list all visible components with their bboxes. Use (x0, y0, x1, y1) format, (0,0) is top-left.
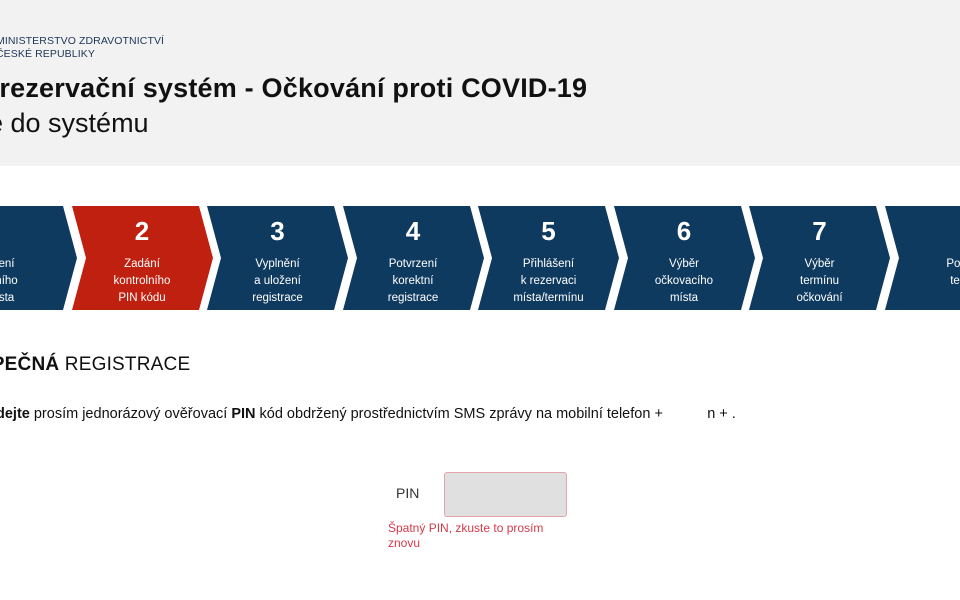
page-title: í rezervační systém - Očkování proti COV… (0, 73, 588, 103)
step-label: Potvrzení korektní registrace (387, 258, 439, 304)
ministry-logo-text: Ministerstvo zdravotnictví České republi… (0, 35, 164, 61)
section-title-rest: REGISTRACE (59, 354, 191, 375)
ministry-line-1: Ministerstvo zdravotnictví (0, 35, 165, 47)
instruction-bold-1: dejte (0, 406, 30, 422)
step-5: 5 Přihlášení k rezervaci místa/termínu (478, 206, 619, 310)
step-number: 3 (270, 216, 285, 246)
ministry-line-2: České republiky (0, 48, 95, 60)
step-7: 7 Výběr termínu očkování (749, 206, 890, 310)
step-number: 5 (541, 216, 556, 246)
masked-phone-number: + n + . (654, 406, 736, 422)
step-number: 2 (134, 216, 150, 246)
section-title-bold: ZPEČNÁ (0, 354, 60, 375)
instruction-text-2: kód obdržený prostřednictvím SMS zprávy … (255, 406, 651, 422)
step-label: Přihlášení k rezervaci místa/termínu (513, 258, 584, 304)
step-label: ení ního sta (0, 258, 18, 304)
step-label: Výběr termínu očkování (796, 258, 843, 304)
step-2: 2 Zadání kontrolního PIN kódu (71, 206, 213, 310)
step-number: 6 (676, 216, 692, 246)
step-label: Výběr očkovacího místa (654, 258, 714, 304)
instruction-text-1: prosím jednorázový ověřovací (29, 406, 232, 422)
pin-error-message: Špatný PIN, zkuste to prosím znovu (388, 521, 544, 550)
pin-label: PIN (396, 485, 420, 501)
step-8: Pot te (884, 206, 960, 310)
step-6: 6 Výběr očkovacího místa (613, 206, 755, 310)
step-number: 7 (812, 216, 827, 246)
section-title: ZPEČNÁ REGISTRACE (0, 354, 190, 376)
step-4: 4 Potvrzení korektní registrace (342, 206, 484, 310)
registration-steps: ení ního sta 2 Zadání kontrolního PIN kódu… (0, 206, 960, 310)
step-label: Vyplnění a uložení registrace (252, 258, 303, 304)
pin-input[interactable] (444, 472, 567, 517)
step-label: Zadání kontrolního PIN kódu (113, 258, 171, 304)
step-3: 3 Vyplnění a uložení registrace (207, 206, 348, 310)
page-header: Ministerstvo zdravotnictví České republi… (0, 0, 960, 166)
step-number: 4 (405, 216, 421, 246)
pin-instruction: dejte prosím jednorázový ověřovací PIN k… (0, 406, 736, 422)
instruction-bold-2: PIN (231, 406, 256, 422)
step-label: Pot te (946, 258, 960, 287)
page-subtitle: e do systému (0, 108, 149, 138)
step-1: ení ního sta (0, 206, 77, 310)
